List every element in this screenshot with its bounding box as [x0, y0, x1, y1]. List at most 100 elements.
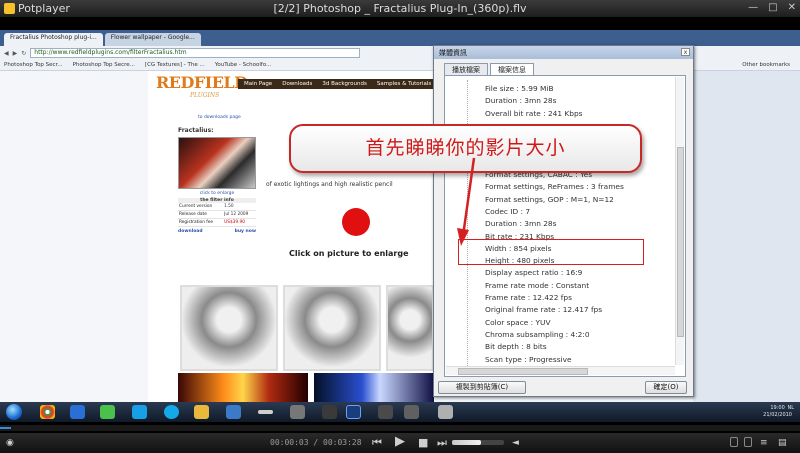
address-bar: http://www.redfieldplugins.com/filterFra… — [30, 48, 361, 58]
site-logo: REDFIELD PLUGINS — [156, 73, 248, 113]
info-row: Frame rate : 12.422 fps — [485, 293, 572, 303]
sample-thumbnail — [283, 285, 381, 371]
browser-tab: Fractalius Photoshop plug-i... — [4, 33, 103, 46]
scroll-thumb — [677, 147, 684, 337]
explorer-icon — [132, 405, 147, 419]
info-row: Duration : 3mn 28s — [485, 96, 557, 106]
download-link: download — [178, 229, 203, 234]
previous-icon[interactable]: ⏮ — [372, 436, 382, 450]
logo-line-1: REDFIELD — [156, 73, 248, 92]
info-value: US$39.90 — [223, 218, 256, 227]
vertical-scrollbar — [675, 77, 684, 365]
clock-date: 21/02/2010 — [763, 412, 792, 418]
dialog-title-bar: 媒體資訊 x — [434, 46, 693, 59]
media-center-icon — [226, 405, 241, 419]
equalizer-icon[interactable]: ▤ — [778, 436, 787, 450]
sample-thumbnail — [180, 285, 278, 371]
next-icon[interactable]: ⏭ — [437, 436, 447, 450]
info-row: Color space : YUV — [485, 317, 551, 327]
seek-progress — [0, 427, 12, 429]
playlist-icon[interactable]: ≡ — [760, 436, 768, 450]
info-row: Overall bit rate : 241 Kbps — [485, 108, 583, 118]
network-icon — [378, 405, 393, 419]
info-row: Bit depth : 8 bits — [485, 342, 547, 352]
reload-icon: ↻ — [21, 49, 27, 57]
info-row: File size : 5.99 MiB — [485, 84, 554, 93]
seek-bar[interactable] — [0, 425, 800, 431]
windows-taskbar: NL 19:00 21/02/2010 — [0, 402, 800, 422]
nav-item: Samples & Tutorials — [376, 81, 432, 87]
sample-thumbnail — [386, 285, 434, 371]
volume-slider[interactable] — [452, 440, 504, 445]
time-separator: / — [313, 438, 319, 447]
video-area[interactable]: Fractalius Photoshop plug-i... Flower wa… — [0, 17, 800, 433]
time-display: 00:00:03 / 00:03:28 — [270, 438, 362, 447]
start-orb-icon — [6, 404, 22, 420]
stop-icon[interactable]: ■ — [418, 436, 428, 450]
play-icon[interactable]: ▶ — [395, 435, 405, 449]
web-page: REDFIELD PLUGINS Main Page Downloads 3d … — [148, 71, 434, 402]
nero-icon — [322, 405, 337, 419]
product-heading: Fractalius: — [178, 127, 214, 134]
bookmark-item: Photoshop Top Secre... — [72, 62, 135, 68]
tool-icon — [438, 405, 453, 419]
total-time: 00:03:28 — [323, 438, 362, 447]
window-title: [2/2] Photoshop _ Fractalius Plug-In_(36… — [273, 2, 527, 15]
bird-icon — [258, 410, 273, 414]
downloads-link: to downloads page — [198, 115, 241, 120]
player-title-bar[interactable]: Potplayer [2/2] Photoshop _ Fractalius P… — [0, 0, 800, 17]
back-icon: ◀ — [4, 49, 9, 57]
media-icon — [70, 405, 85, 419]
info-row: Original frame rate : 12.417 fps — [485, 305, 603, 315]
product-image — [178, 137, 256, 189]
nav-item: 3d Backgrounds — [322, 81, 367, 87]
bookmark-item: [CG Textures] - The ... — [144, 62, 205, 68]
info-row: Codec ID : 7 — [485, 206, 531, 216]
dialog-title: 媒體資訊 — [439, 49, 467, 57]
nav-item: Main Page — [244, 81, 273, 87]
click-to-enlarge-text: Click on picture to enlarge — [289, 249, 409, 258]
enlarge-link: click to enlarge — [199, 191, 235, 196]
logo-line-2: PLUGINS — [190, 92, 220, 99]
globe-icon — [100, 405, 115, 419]
info-row: Frame rate mode : Constant — [485, 280, 590, 290]
filter-info-table: Current version 1.50 Release date Jul 12… — [178, 203, 256, 227]
product-description: of exotic lightings and high realistic p… — [266, 181, 393, 188]
site-nav: Main Page Downloads 3d Backgrounds Sampl… — [238, 79, 434, 89]
info-row: Duration : 3mn 28s — [485, 219, 557, 229]
info-row: Display aspect ratio : 16:9 — [485, 268, 583, 278]
chrome-icon — [40, 405, 55, 419]
pen-icon — [290, 405, 305, 419]
fullscreen-icon[interactable] — [744, 437, 752, 447]
bookmark-item: Photoshop Top Secr... — [4, 62, 63, 68]
table-row: Current version 1.50 — [178, 203, 256, 211]
maximize-button[interactable]: □ — [768, 2, 777, 13]
close-button[interactable]: ✕ — [788, 2, 796, 13]
buy-now-link: buy now — [234, 229, 256, 234]
info-label: Current version — [178, 203, 224, 211]
table-row: Registration fee US$39.90 — [178, 218, 256, 227]
photoshop-icon — [346, 405, 361, 419]
dialog-close-icon: x — [681, 48, 690, 56]
browser-tab-strip: Fractalius Photoshop plug-i... Flower wa… — [0, 30, 800, 46]
info-label: Release date — [178, 210, 224, 219]
scroll-thumb — [458, 368, 588, 375]
ok-button: 確定(O) — [645, 381, 687, 394]
folder-icon — [194, 405, 209, 419]
horizontal-scrollbar — [446, 366, 675, 375]
cursor-highlight-dot — [342, 208, 370, 236]
annotation-arrow-icon — [457, 157, 476, 246]
info-row: Chroma subsampling : 4:2:0 — [485, 329, 590, 339]
nav-item: Downloads — [282, 81, 313, 87]
minimize-button[interactable]: — — [748, 2, 758, 13]
product-column: to downloads page Fractalius: click to e… — [178, 115, 256, 234]
clock: 19:00 21/02/2010 — [763, 405, 792, 419]
fractal-sample-image — [178, 373, 308, 402]
fractal-sample-image — [314, 373, 434, 402]
clock-time: 19:00 — [770, 405, 785, 411]
window-mode-icon[interactable] — [730, 437, 738, 447]
mute-icon[interactable]: ◄ — [512, 436, 519, 450]
other-bookmarks: Other bookmarks — [742, 62, 790, 68]
forward-icon: ▶ — [12, 49, 18, 57]
settings-icon[interactable]: ◉ — [6, 436, 14, 450]
